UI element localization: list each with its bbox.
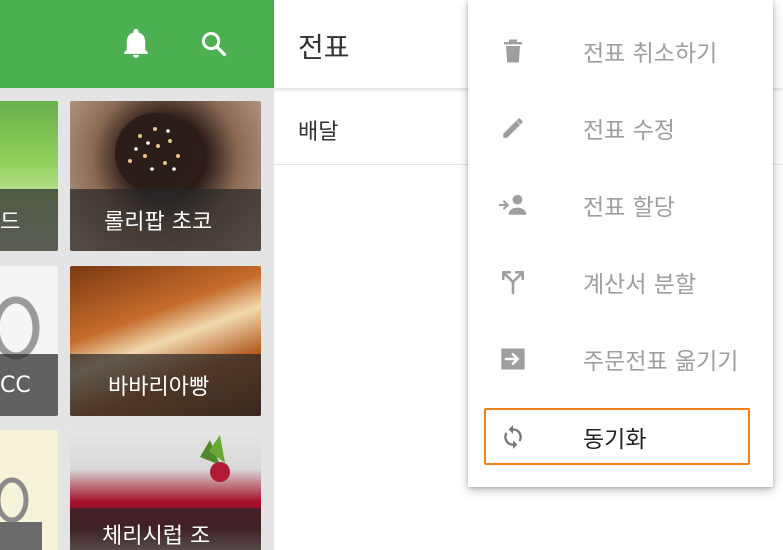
app-toolbar bbox=[0, 0, 274, 88]
menu-item-move-ticket[interactable]: 주문전표 옮기기 bbox=[468, 320, 773, 397]
menu-item-split-bill[interactable]: 계산서 분할 bbox=[468, 243, 773, 320]
menu-item-label: 주문전표 옮기기 bbox=[583, 348, 739, 375]
product-label: 드 bbox=[0, 189, 58, 251]
product-tile[interactable]: 바바리아빵 bbox=[70, 266, 261, 416]
move-ticket-icon bbox=[498, 344, 528, 374]
ticket-type-label: 배달 bbox=[298, 120, 339, 145]
focus-highlight bbox=[484, 408, 750, 465]
product-label: 체리시럽 조 bbox=[70, 508, 261, 550]
menu-item-cancel-ticket[interactable]: 전표 취소하기 bbox=[468, 12, 773, 89]
menu-item-label: 전표 수정 bbox=[583, 117, 675, 144]
product-panel: 드 롤리팝 초코 CC 바바리아빵 체리시럽 조 bbox=[0, 0, 274, 550]
product-tile[interactable]: 체리시럽 조 bbox=[70, 430, 261, 550]
ring-image bbox=[0, 296, 40, 360]
product-tile[interactable] bbox=[0, 430, 58, 550]
product-tile[interactable]: CC bbox=[0, 266, 58, 416]
product-label: 롤리팝 초코 bbox=[70, 189, 261, 251]
menu-item-assign-ticket[interactable]: 전표 할당 bbox=[468, 166, 773, 243]
trash-icon bbox=[498, 36, 528, 66]
product-label: CC bbox=[0, 354, 58, 416]
page-title: 전표 bbox=[298, 31, 350, 64]
menu-item-label: 계산서 분할 bbox=[583, 271, 697, 298]
split-icon bbox=[498, 267, 528, 297]
bell-icon[interactable] bbox=[118, 26, 154, 62]
product-image bbox=[0, 477, 42, 550]
menu-item-label: 전표 취소하기 bbox=[583, 40, 718, 67]
product-grid: 드 롤리팝 초코 CC 바바리아빵 체리시럽 조 bbox=[0, 88, 274, 550]
menu-item-edit-ticket[interactable]: 전표 수정 bbox=[468, 89, 773, 166]
assign-person-icon bbox=[498, 190, 528, 220]
product-tile[interactable]: 드 bbox=[0, 101, 58, 251]
pencil-icon bbox=[498, 113, 528, 143]
product-label: 바바리아빵 bbox=[70, 354, 261, 416]
cake-image bbox=[200, 435, 230, 482]
product-tile[interactable]: 롤리팝 초코 bbox=[70, 101, 261, 251]
ticket-actions-menu: 전표 취소하기 전표 수정 전표 할당 계산서 분할 주문전표 옮기기 동기화 bbox=[468, 0, 773, 487]
menu-item-label: 전표 할당 bbox=[583, 194, 675, 221]
search-icon[interactable] bbox=[196, 26, 232, 62]
lollipop-image bbox=[115, 113, 195, 191]
